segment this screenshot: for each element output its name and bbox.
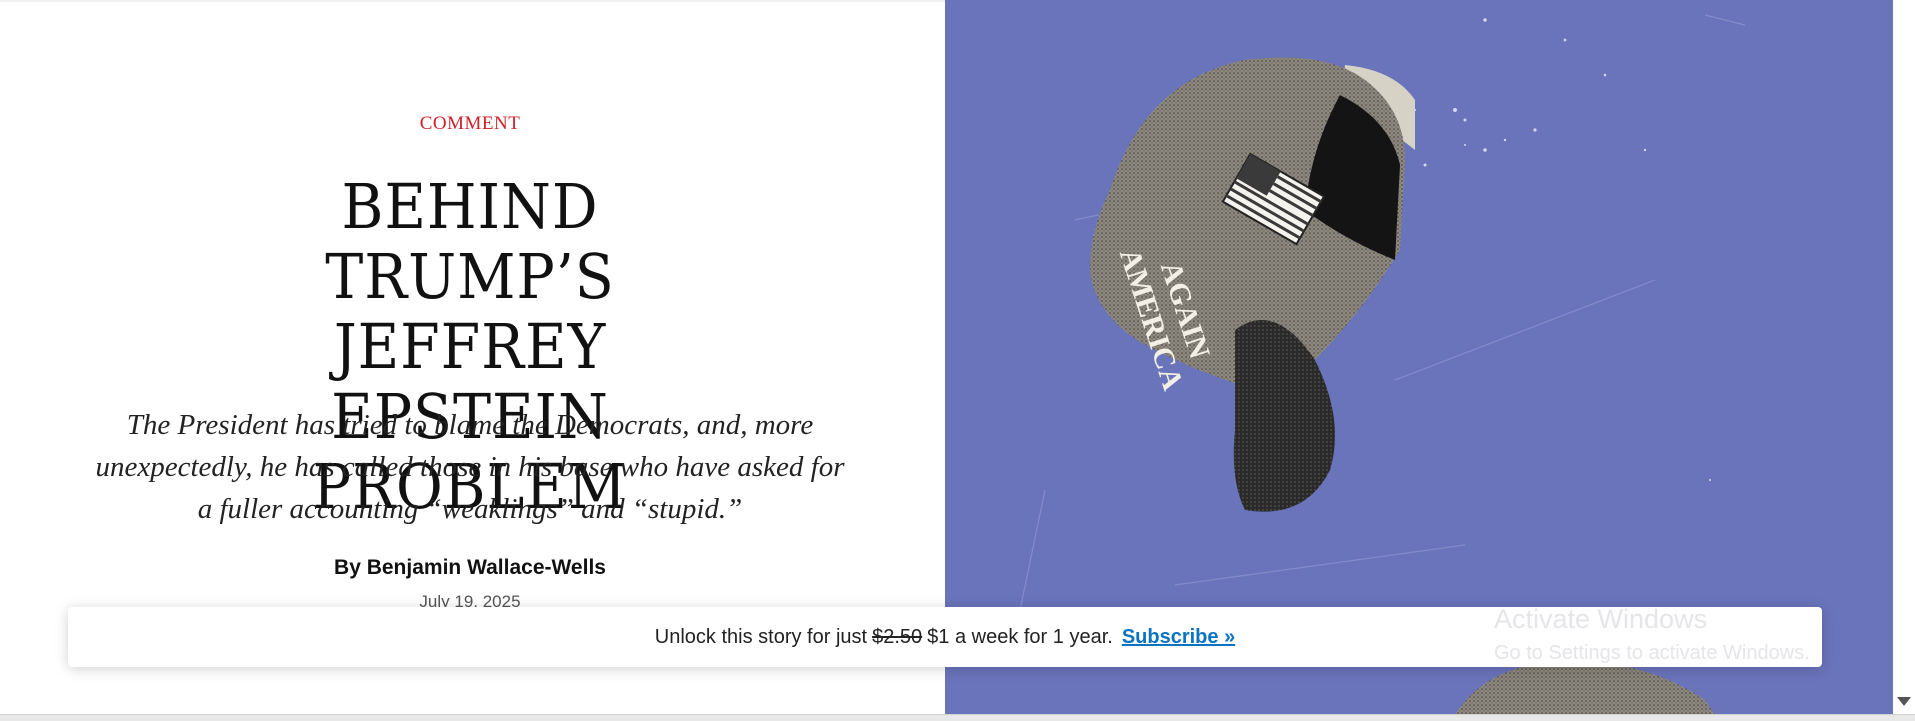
dek-line: The President has tried to blame the Dem… bbox=[126, 409, 814, 441]
subscribe-link[interactable]: Subscribe » bbox=[1122, 626, 1235, 649]
paywall-prefix: Unlock this story for just bbox=[654, 625, 868, 648]
old-price: $2.50 bbox=[872, 625, 923, 648]
paywall-banner: Unlock this story for just $2.50 $1 a we… bbox=[68, 607, 1822, 667]
horizontal-scrollbar[interactable] bbox=[0, 714, 1915, 721]
headline-line: BEHIND TRUMP’S bbox=[325, 170, 615, 313]
dek-line: a fuller accounting “weaklings” and “stu… bbox=[197, 493, 743, 525]
dek: The President has tried to blame the Dem… bbox=[95, 404, 845, 530]
rubric-label[interactable]: COMMENT bbox=[0, 113, 940, 135]
byline[interactable]: By Benjamin Wallace-Wells bbox=[0, 556, 940, 580]
page: COMMENT BEHIND TRUMP’S JEFFREY EPSTEIN P… bbox=[0, 0, 1915, 721]
vertical-scrollbar[interactable] bbox=[1893, 0, 1915, 715]
dek-line: unexpectedly, he has called those in his… bbox=[95, 451, 845, 483]
offer-price: $1 a week for 1 year. bbox=[927, 625, 1113, 648]
scroll-down-arrow-icon[interactable] bbox=[1897, 697, 1911, 706]
